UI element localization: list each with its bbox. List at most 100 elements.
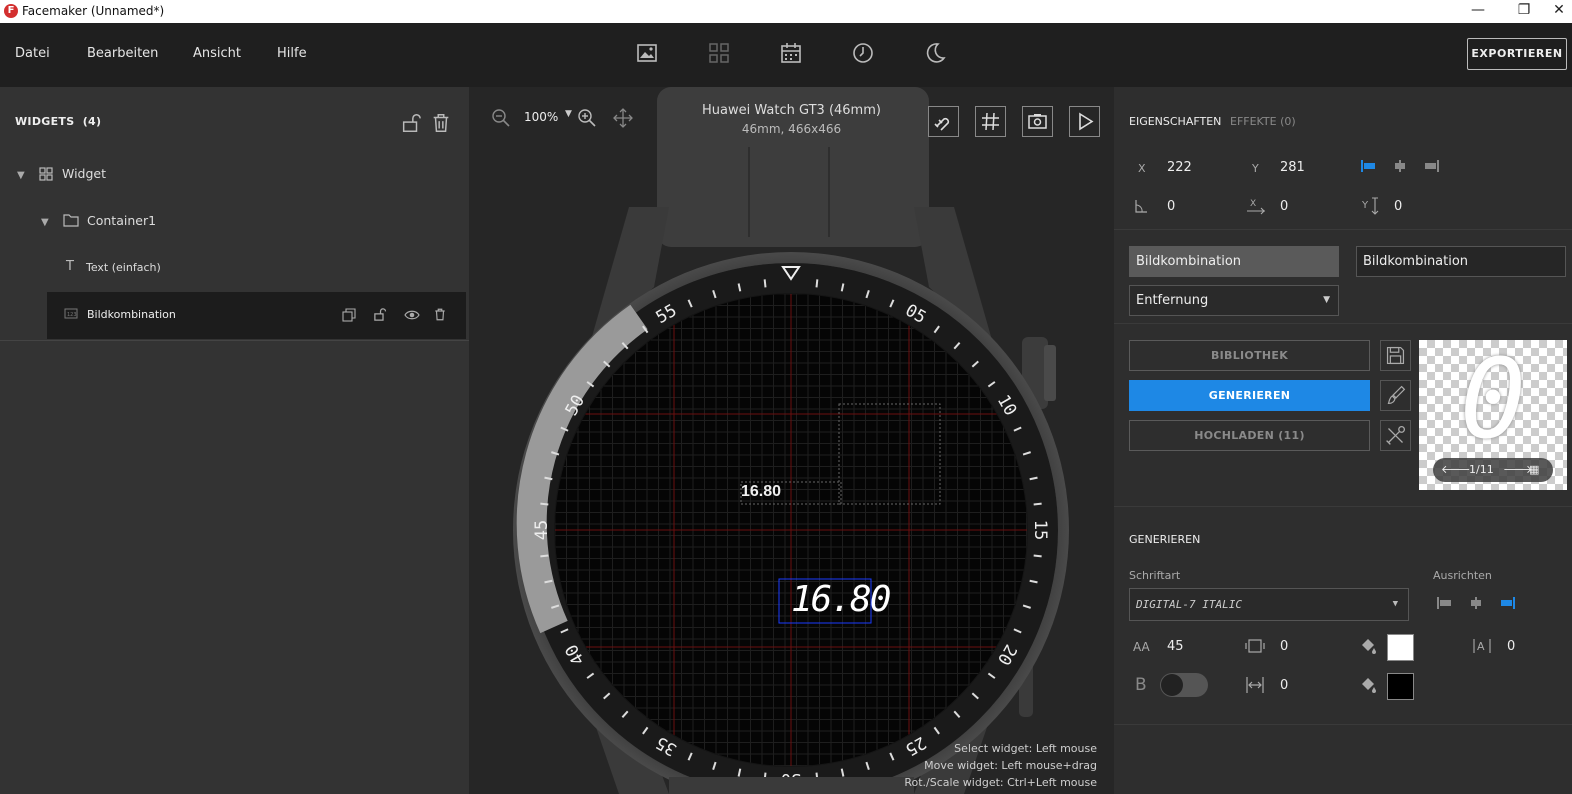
magnet-icon[interactable] <box>928 106 959 137</box>
x-value[interactable]: 222 <box>1167 160 1192 175</box>
unlock-icon[interactable] <box>400 112 422 134</box>
offset-y-value[interactable]: 0 <box>1394 199 1402 214</box>
collapse-arrow-icon[interactable]: ▼ <box>41 217 49 228</box>
clock-icon[interactable] <box>851 41 875 65</box>
folder-icon <box>63 214 79 227</box>
tree-item-label: Widget <box>62 166 107 181</box>
bezel-tick <box>1033 554 1042 558</box>
widgets-header: WIDGETS (4) <box>15 115 102 128</box>
x-label: X <box>1138 162 1146 175</box>
brush-button[interactable] <box>1380 380 1411 411</box>
font-label: Schriftart <box>1129 569 1181 582</box>
bold-toggle[interactable] <box>1160 673 1208 697</box>
widgets-panel: WIDGETS (4) ▼ Widget ▼ Container1 T Text… <box>0 87 469 794</box>
filmstrip-icon[interactable]: ▦ <box>1529 458 1539 482</box>
hint-select: Select widget: Left mouse <box>954 742 1097 755</box>
menu-bar: Datei Bearbeiten Ansicht Hilfe EXPORTIER… <box>0 23 1572 87</box>
align-right-icon[interactable] <box>1500 596 1516 610</box>
divider <box>1114 724 1572 725</box>
duplicate-icon[interactable] <box>342 308 356 322</box>
tab-eigenschaften[interactable]: EIGENSCHAFTEN <box>1129 115 1221 128</box>
dropdown-arrow-icon: ▼ <box>1323 295 1330 305</box>
unlock-icon[interactable] <box>373 307 388 322</box>
play-icon[interactable] <box>1069 106 1100 137</box>
image-icon[interactable] <box>635 41 659 65</box>
font-size-value[interactable]: 45 <box>1167 639 1184 654</box>
eye-icon[interactable] <box>404 308 420 322</box>
bezel-tick <box>763 279 767 288</box>
name-field[interactable]: Bildkombination <box>1356 246 1566 277</box>
tree-item-text[interactable]: T Text (einfach) <box>66 259 161 274</box>
menu-datei[interactable]: Datei <box>15 46 50 61</box>
menu-hilfe[interactable]: Hilfe <box>277 46 307 61</box>
anchor-right-icon[interactable] <box>1424 159 1440 173</box>
text-widget-value[interactable]: 16.80 <box>741 483 781 501</box>
text-icon: T <box>66 259 74 274</box>
generate-button[interactable]: GENERIEREN <box>1129 380 1370 411</box>
tab-effekte[interactable]: EFFEKTE (0) <box>1230 115 1296 128</box>
maximize-icon[interactable]: ❐ <box>1509 2 1539 18</box>
digital-value[interactable]: 16.80 <box>791 579 891 620</box>
tree-item-label: Text (einfach) <box>86 261 161 274</box>
minimize-icon[interactable]: — <box>1463 2 1493 18</box>
title-bar: F Facemaker (Unnamed*) — ❐ ✕ <box>0 0 1572 23</box>
tree-item-label: Bildkombination <box>87 308 176 321</box>
align-left-icon[interactable] <box>1436 596 1452 610</box>
grid-toggle-icon[interactable] <box>975 106 1006 137</box>
menu-ansicht[interactable]: Ansicht <box>193 46 241 61</box>
source-select[interactable]: Entfernung ▼ <box>1129 285 1339 316</box>
font-select[interactable]: DIGITAL-7 ITALIC ▼ <box>1129 588 1409 621</box>
svg-text:X: X <box>1250 199 1256 209</box>
brush-icon <box>1387 385 1406 405</box>
tree-item-bildkombination[interactable]: 123 Bildkombination <box>47 292 466 339</box>
export-button[interactable]: EXPORTIEREN <box>1467 38 1567 70</box>
save-button[interactable] <box>1380 340 1411 371</box>
y-value[interactable]: 281 <box>1280 160 1305 175</box>
moon-icon[interactable] <box>923 41 947 65</box>
device-info: Huawei Watch GT3 (46mm) 46mm, 466x466 <box>469 103 1114 136</box>
bezel-tick <box>540 554 549 558</box>
letter-spacing-icon: A <box>1473 639 1491 653</box>
grid-widgets-icon[interactable] <box>707 41 731 65</box>
svg-text:123: 123 <box>67 312 77 318</box>
trash-icon[interactable] <box>430 112 452 134</box>
device-name: Huawei Watch GT3 (46mm) <box>702 103 881 118</box>
library-button[interactable]: BIBLIOTHEK <box>1129 340 1370 371</box>
menu-bearbeiten[interactable]: Bearbeiten <box>87 46 158 61</box>
divider <box>1114 229 1572 230</box>
type-field[interactable]: Bildkombination <box>1129 246 1339 277</box>
prev-arrow-icon[interactable]: 🡐 <box>1441 458 1471 482</box>
camera-icon[interactable] <box>1022 106 1053 137</box>
canvas-area[interactable]: 100% ▼ 0510152025303540455055 <box>469 87 1114 794</box>
divider <box>1114 506 1572 507</box>
fill-color-swatch[interactable] <box>1387 634 1414 661</box>
offset-x-icon: X <box>1247 199 1265 215</box>
angle-icon <box>1135 200 1147 213</box>
trash-icon[interactable] <box>433 307 447 322</box>
anchor-center-icon[interactable] <box>1392 159 1408 173</box>
char-width-value[interactable]: 0 <box>1280 678 1288 693</box>
tools-button[interactable] <box>1380 420 1411 451</box>
stroke-color-swatch[interactable] <box>1387 673 1414 700</box>
angle-value[interactable]: 0 <box>1167 199 1175 214</box>
offset-x-value[interactable]: 0 <box>1280 199 1288 214</box>
letter-spacing-value[interactable]: 0 <box>1507 639 1515 654</box>
preview-glyph: 0 <box>1459 335 1527 463</box>
align-center-icon[interactable] <box>1468 596 1484 610</box>
upload-button[interactable]: HOCHLADEN (11) <box>1129 420 1370 451</box>
svg-text:Y: Y <box>1362 200 1369 211</box>
anchor-left-icon[interactable] <box>1360 159 1376 173</box>
stroke-color-icon <box>1362 678 1376 693</box>
tree-item-container1[interactable]: ▼ Container1 <box>41 213 156 228</box>
hint-rotate-scale: Rot./Scale widget: Ctrl+Left mouse <box>904 776 1097 789</box>
properties-panel: EIGENSCHAFTEN EFFEKTE (0) X 222 Y 281 0 … <box>1114 87 1572 794</box>
close-icon[interactable]: ✕ <box>1547 2 1571 18</box>
dropdown-arrow-icon: ▼ <box>1392 599 1398 609</box>
spacing-value[interactable]: 0 <box>1280 639 1288 654</box>
collapse-arrow-icon[interactable]: ▼ <box>17 170 25 181</box>
y-label: Y <box>1252 162 1259 175</box>
calendar-icon[interactable] <box>779 41 803 65</box>
tree-item-widget[interactable]: ▼ Widget <box>17 166 106 181</box>
section-generate-title: GENERIEREN <box>1129 533 1201 546</box>
tools-icon <box>1386 425 1406 445</box>
